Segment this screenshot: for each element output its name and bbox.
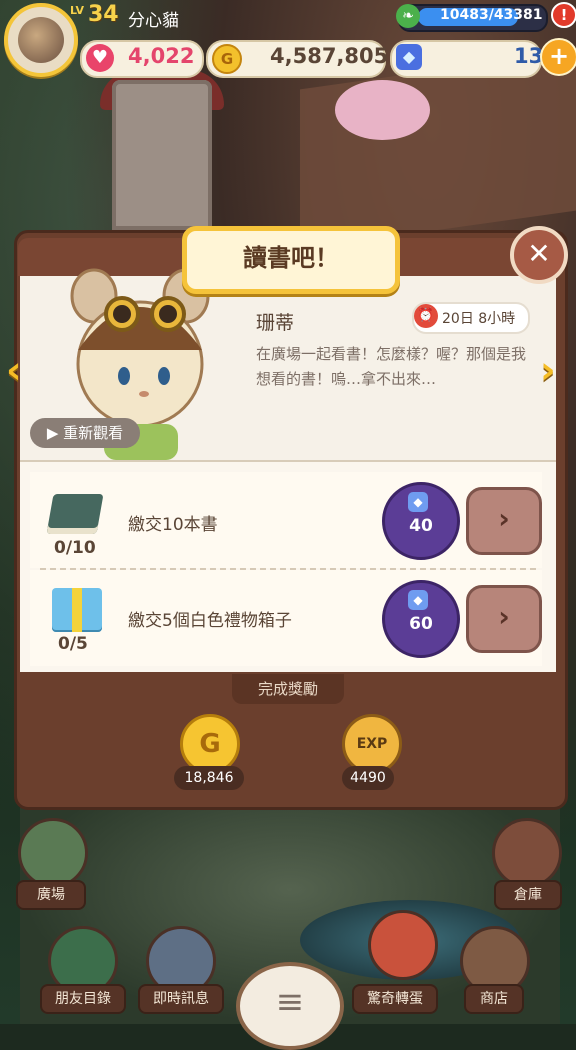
story-text: 在廣場一起看書！怎麼樣？喔？那個是我想看的書！嗚…拿不出來… <box>256 345 527 388</box>
task-label: 繳交10本書 <box>128 515 218 535</box>
task-progress: 0/5 <box>58 634 88 654</box>
gacha-icon[interactable] <box>368 910 438 980</box>
reward-title: 完成獎勵 <box>232 674 344 704</box>
avatar-image <box>18 17 64 63</box>
gem-cost: 60 <box>409 614 433 634</box>
gem-icon: ◆ <box>396 44 422 70</box>
exp-reward-value: 4490 <box>342 766 394 790</box>
replay-button[interactable]: ▶ 重新觀看 <box>30 418 140 448</box>
coin-icon: G <box>212 44 242 74</box>
alert-icon[interactable]: ! <box>551 2 576 28</box>
book-icon <box>46 494 104 534</box>
player-name: 分心貓 <box>128 11 179 31</box>
dialog-title: 讀書吧！ <box>243 244 339 272</box>
timer-text: 20日 8小時 <box>442 311 516 327</box>
coin-icon: G <box>180 714 240 774</box>
hearts-value: 4,022 <box>128 44 195 68</box>
exp-text: 10483/43381 <box>440 7 543 23</box>
exp-icon: EXP <box>342 714 402 774</box>
go-button[interactable]: › <box>466 585 542 653</box>
nav-gacha[interactable]: 驚奇轉蛋 <box>352 984 438 1014</box>
close-button[interactable]: ✕ <box>510 226 568 284</box>
prev-arrow-icon[interactable]: ‹ <box>6 348 22 392</box>
player-level: 34 <box>88 2 119 27</box>
coin-reward-value: 18,846 <box>174 766 244 790</box>
nav-messages[interactable]: 即時訊息 <box>138 984 224 1014</box>
gems-value: 13 <box>514 44 544 68</box>
heart-icon: ♥ <box>86 44 114 72</box>
nav-plaza[interactable]: 廣場 <box>16 880 86 910</box>
nav-friends[interactable]: 朋友目錄 <box>40 984 126 1014</box>
level-prefix: LV <box>70 4 85 17</box>
player-avatar[interactable] <box>4 3 78 77</box>
plaza-icon[interactable] <box>18 818 88 888</box>
task-label: 繳交5個白色禮物箱子 <box>128 611 292 631</box>
nav-warehouse[interactable]: 倉庫 <box>494 880 562 910</box>
add-gems-button[interactable]: + <box>540 38 576 76</box>
leaf-icon: ❧ <box>396 4 420 28</box>
npc-name: 珊蒂 <box>256 312 295 334</box>
gift-ribbon <box>72 588 82 632</box>
alarm-clock-icon: ⏰ <box>414 304 438 328</box>
gem-icon: ◆ <box>408 492 428 512</box>
task-progress: 0/10 <box>54 538 96 558</box>
go-button[interactable]: › <box>466 487 542 555</box>
tower-building <box>112 80 212 230</box>
gem-cost: 40 <box>409 516 433 536</box>
nav-shop[interactable]: 商店 <box>464 984 524 1014</box>
menu-button[interactable]: ≡ <box>236 962 344 1050</box>
coins-value: 4,587,805 <box>270 44 389 68</box>
bed-decoration <box>335 80 430 140</box>
gem-icon: ◆ <box>408 590 428 610</box>
warehouse-icon[interactable] <box>492 818 562 888</box>
next-arrow-icon[interactable]: › <box>540 348 556 392</box>
